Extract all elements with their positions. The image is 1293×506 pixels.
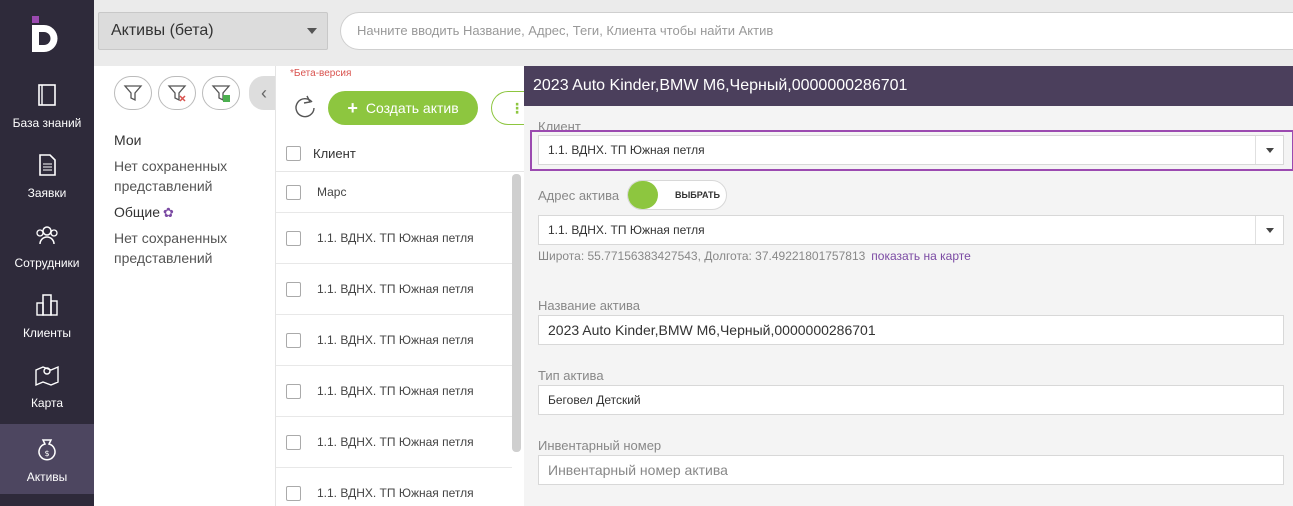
nav-label: Клиенты [22,326,72,340]
address-select[interactable]: 1.1. ВДНХ. ТП Южная петля [538,215,1284,245]
map-icon [35,365,59,387]
module-select[interactable]: Активы (бета) [98,12,328,50]
coordinates-value: Широта: 55.77156383427543, Долгота: 37.4… [538,249,866,263]
column-header-client[interactable]: Клиент [313,146,356,161]
address-toggle[interactable]: ВЫБРАТЬ [627,180,727,210]
svg-text:$: $ [44,449,49,458]
module-select-value: Активы (бета) [111,22,214,39]
nav-requests[interactable]: Заявки [0,140,94,210]
row-checkbox[interactable] [286,383,301,399]
row-client: 1.1. ВДНХ. ТП Южная петля [317,282,474,296]
caret-down-icon [1255,216,1283,244]
row-checkbox[interactable] [286,485,301,501]
table-row[interactable]: 1.1. ВДНХ. ТП Южная петля [276,366,512,417]
row-checkbox[interactable] [286,332,301,348]
table-row[interactable]: 1.1. ВДНХ. ТП Южная петля [276,264,512,315]
name-label: Название актива [538,298,640,313]
filters-panel: ‹ Мои Нет сохраненных представлений Общи… [94,66,279,506]
toggle-label: ВЫБРАТЬ [675,190,721,200]
row-checkbox[interactable] [286,434,301,450]
coordinates-text: Широта: 55.77156383427543, Долгота: 37.4… [538,249,971,263]
list-header: Клиент [276,136,525,172]
shared-empty-text: Нет сохраненных представлений [114,230,228,266]
row-client: 1.1. ВДНХ. ТП Южная петля [317,333,474,347]
list-scrollbar[interactable] [512,174,521,452]
row-client: 1.1. ВДНХ. ТП Южная петля [317,435,474,449]
caret-down-icon [1255,136,1283,164]
table-row[interactable]: 1.1. ВДНХ. ТП Южная петля [276,417,512,468]
table-row[interactable]: 1.1. ВДНХ. ТП Южная петля [276,468,512,506]
type-label: Тип актива [538,368,604,383]
users-icon [36,226,58,245]
create-asset-button[interactable]: + Создать актив [328,91,478,125]
row-client: Марс [317,185,347,199]
row-checkbox[interactable] [286,184,301,200]
row-checkbox[interactable] [286,230,301,246]
filter-icon [123,85,143,102]
nav-map[interactable]: Карта [0,350,94,420]
create-asset-label: Создать актив [365,100,459,116]
chevron-down-icon [307,28,317,34]
inventory-label: Инвентарный номер [538,438,662,453]
table-row[interactable]: 1.1. ВДНХ. ТП Южная петля [276,315,512,366]
top-bar: Активы (бета) Начните вводить Название, … [94,0,1293,66]
chevron-left-icon: ‹ [261,82,267,103]
client-select[interactable]: 1.1. ВДНХ. ТП Южная петля [538,135,1284,165]
row-checkbox[interactable] [286,281,301,297]
assets-list: *Бета-версия + Создать актив ⋮ Клиент Мар… [275,66,531,506]
nav-assets[interactable]: $ Активы [0,424,94,494]
row-client: 1.1. ВДНХ. ТП Южная петля [317,384,474,398]
beta-note: *Бета-версия [290,68,352,79]
inventory-number-input[interactable]: Инвентарный номер актива [538,455,1284,485]
asset-name-input[interactable]: 2023 Auto Kinder,BMW M6,Черный,000000028… [538,315,1284,345]
select-all-checkbox[interactable] [286,146,301,161]
buildings-icon [36,294,58,316]
refresh-icon[interactable] [292,94,318,120]
save-filter-button[interactable] [202,76,240,110]
row-client: 1.1. ВДНХ. ТП Южная петля [317,231,474,245]
filter-save-icon [211,85,231,102]
nav-label: Сотрудники [14,256,80,270]
address-label: Адрес актива [538,188,620,203]
asset-title: 2023 Auto Kinder,BMW M6,Черный,000000028… [524,66,1293,106]
client-select-value: 1.1. ВДНХ. ТП Южная петля [548,143,705,157]
address-select-value: 1.1. ВДНХ. ТП Южная петля [548,223,705,237]
search-input[interactable]: Начните вводить Название, Адрес, Теги, К… [340,12,1293,50]
list-rows: Марс 1.1. ВДНХ. ТП Южная петля 1.1. ВДНХ… [276,172,512,506]
book-icon [38,84,56,106]
gear-icon[interactable]: ✿ [163,205,174,220]
table-row[interactable]: Марс [276,172,512,213]
nav-label: Карта [30,396,64,410]
shared-section-label: Общие [114,204,161,220]
filter-clear-icon [167,85,187,102]
nav-knowledge-base[interactable]: База знаний [0,70,94,140]
toggle-knob [628,181,658,209]
filter-button[interactable] [114,76,152,110]
money-bag-icon: $ [38,439,56,461]
show-on-map-link[interactable]: показать на карте [871,249,971,263]
nav-clients[interactable]: Клиенты [0,280,94,350]
nav-label: Активы [26,470,68,484]
mine-empty-text: Нет сохраненных представлений [114,158,228,194]
asset-detail-panel: 2023 Auto Kinder,BMW M6,Черный,000000028… [524,66,1293,506]
row-client: 1.1. ВДНХ. ТП Южная петля [317,486,474,500]
document-icon [39,154,56,176]
clear-filter-button[interactable] [158,76,196,110]
mine-section-title: Мои [114,132,142,148]
nav-label: База знаний [12,116,82,130]
nav-employees[interactable]: Сотрудники [0,210,94,280]
plus-icon: + [347,97,358,118]
table-row[interactable]: 1.1. ВДНХ. ТП Южная петля [276,213,512,264]
shared-section-title: Общие ✿ [114,204,174,221]
nav-label: Заявки [27,186,67,200]
asset-type-input[interactable]: Беговел Детский [538,385,1284,415]
logo-icon[interactable] [28,16,66,52]
main-sidebar: База знаний Заявки Сотрудники Клиенты Ка… [0,0,94,506]
